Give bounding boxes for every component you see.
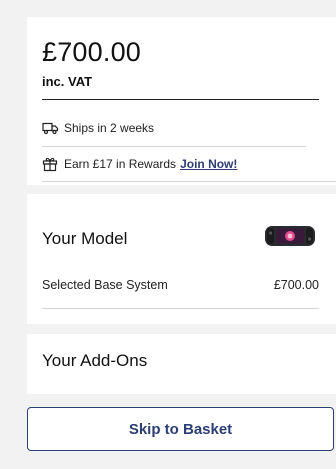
handheld-device-image <box>264 224 316 248</box>
price-divider <box>42 99 319 100</box>
price-card: £700.00 inc. VAT Ships in 2 weeks Earn £… <box>27 17 336 185</box>
rewards-text: Earn £17 in Rewards <box>64 157 177 171</box>
your-addons-heading: Your Add-Ons <box>42 351 148 370</box>
model-divider <box>42 308 319 309</box>
product-price: £700.00 <box>42 37 141 67</box>
shipping-divider <box>42 146 306 147</box>
skip-to-basket-button[interactable]: Skip to Basket <box>27 407 334 451</box>
join-now-link[interactable]: Join Now! <box>180 157 237 171</box>
shipping-text: Ships in 2 weeks <box>64 121 155 135</box>
base-system-label: Selected Base System <box>42 278 168 292</box>
rewards-info: Earn £17 in Rewards Join Now! <box>42 155 237 173</box>
product-summary-panel: £700.00 inc. VAT Ships in 2 weeks Earn £… <box>0 0 336 469</box>
shipping-info: Ships in 2 weeks <box>42 119 154 137</box>
your-model-card: Your Model Selected Base System £700.00 <box>27 194 336 324</box>
gift-icon <box>42 156 60 172</box>
your-addons-card[interactable]: Your Add-Ons <box>27 334 336 394</box>
truck-icon <box>42 120 60 136</box>
vat-note: inc. VAT <box>42 74 93 89</box>
base-system-price: £700.00 <box>273 278 319 292</box>
your-model-heading: Your Model <box>42 229 128 248</box>
rewards-divider <box>42 181 336 182</box>
